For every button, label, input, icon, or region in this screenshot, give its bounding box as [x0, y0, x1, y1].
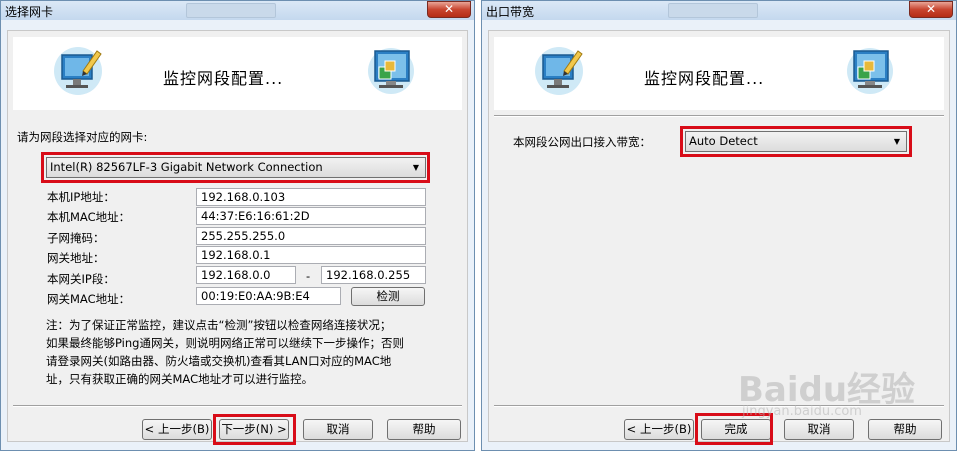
help-button[interactable]: 帮助 [868, 419, 942, 440]
note-line: 址，只有获取正确的网关MAC地址才可以进行监控。 [46, 372, 314, 386]
ip-label: 本机IP地址： [47, 190, 115, 204]
title-bar[interactable]: 选择网卡 ✕ [1, 1, 474, 20]
close-button[interactable]: ✕ [427, 1, 471, 18]
segment-end-field: 192.168.0.255 [321, 266, 426, 284]
background-window-tab [186, 3, 276, 18]
gateway-mac-field: 00:19:E0:AA:9B:E4 [196, 287, 341, 305]
title-bar[interactable]: 出口带宽 ✕ [482, 1, 956, 20]
subnet-mask-label: 子网掩码： [47, 231, 105, 245]
note-line: 注：为了保证正常监控，建议点击“检测”按钮以检查网络连接状况； [46, 318, 392, 332]
monitor-pencil-icon [54, 47, 102, 95]
adapter-highlight-box [41, 152, 430, 183]
gateway-segment-label: 本网关IP段： [47, 272, 115, 286]
prev-button[interactable]: < 上一步(B) [624, 419, 694, 440]
cancel-button[interactable]: 取消 [303, 419, 373, 440]
monitor-pencil-icon [535, 47, 583, 95]
note-line: 请登录网关(如路由器、防火墙或交换机)查看其LAN口对应的MAC地 [46, 354, 392, 368]
note-line: 如果最终能够Ping通网关，则说明网络正常可以继续下一步操作；否则 [46, 336, 404, 350]
prev-button[interactable]: < 上一步(B) [142, 419, 212, 440]
dialog-title: 选择网卡 [5, 5, 54, 19]
subnet-mask-field: 255.255.255.0 [196, 227, 426, 245]
bandwidth-label: 本网段公网出口接入带宽： [513, 135, 651, 149]
close-button[interactable]: ✕ [909, 1, 953, 18]
gateway-mac-label: 网关MAC地址： [47, 292, 131, 306]
monitor-network-icon [847, 48, 893, 94]
cancel-button[interactable]: 取消 [784, 419, 854, 440]
monitor-network-icon [368, 48, 414, 94]
gateway-field: 192.168.0.1 [196, 246, 426, 264]
bandwidth-highlight-box [680, 126, 912, 157]
dialog-body: 监控网段配置... 请为网段选择对应的网卡: Intel(R) 82567LF-… [7, 30, 468, 445]
watermark-url: jingyan.baidu.com [742, 404, 862, 419]
mac-label: 本机MAC地址： [47, 210, 131, 224]
banner-title: 监控网段配置... [644, 69, 765, 88]
dialog-title: 出口带宽 [486, 5, 535, 19]
detect-button[interactable]: 检测 [351, 287, 425, 306]
adapter-prompt: 请为网段选择对应的网卡: [17, 130, 148, 144]
divider [13, 405, 462, 407]
gateway-label: 网关地址： [47, 251, 105, 265]
segment-start-field: 192.168.0.0 [196, 266, 296, 284]
help-button[interactable]: 帮助 [387, 419, 461, 440]
next-highlight-box [213, 414, 296, 445]
background-window-tab [668, 3, 758, 18]
segment-dash: - [306, 269, 311, 283]
note-text: 注：为了保证正常监控，建议点击“检测”按钮以检查网络连接状况； 如果最终能够Pi… [46, 316, 446, 388]
select-adapter-dialog: 选择网卡 ✕ 监控网段配置... 请为网段选择对应的网卡: Intel(R) 8… [0, 0, 475, 451]
divider [494, 115, 944, 117]
banner-title: 监控网段配置... [163, 69, 284, 88]
ip-field: 192.168.0.103 [196, 188, 426, 206]
wizard-banner: 监控网段配置... [13, 37, 462, 110]
mac-field: 44:37:E6:16:61:2D [196, 207, 426, 225]
wizard-banner: 监控网段配置... [494, 37, 944, 110]
